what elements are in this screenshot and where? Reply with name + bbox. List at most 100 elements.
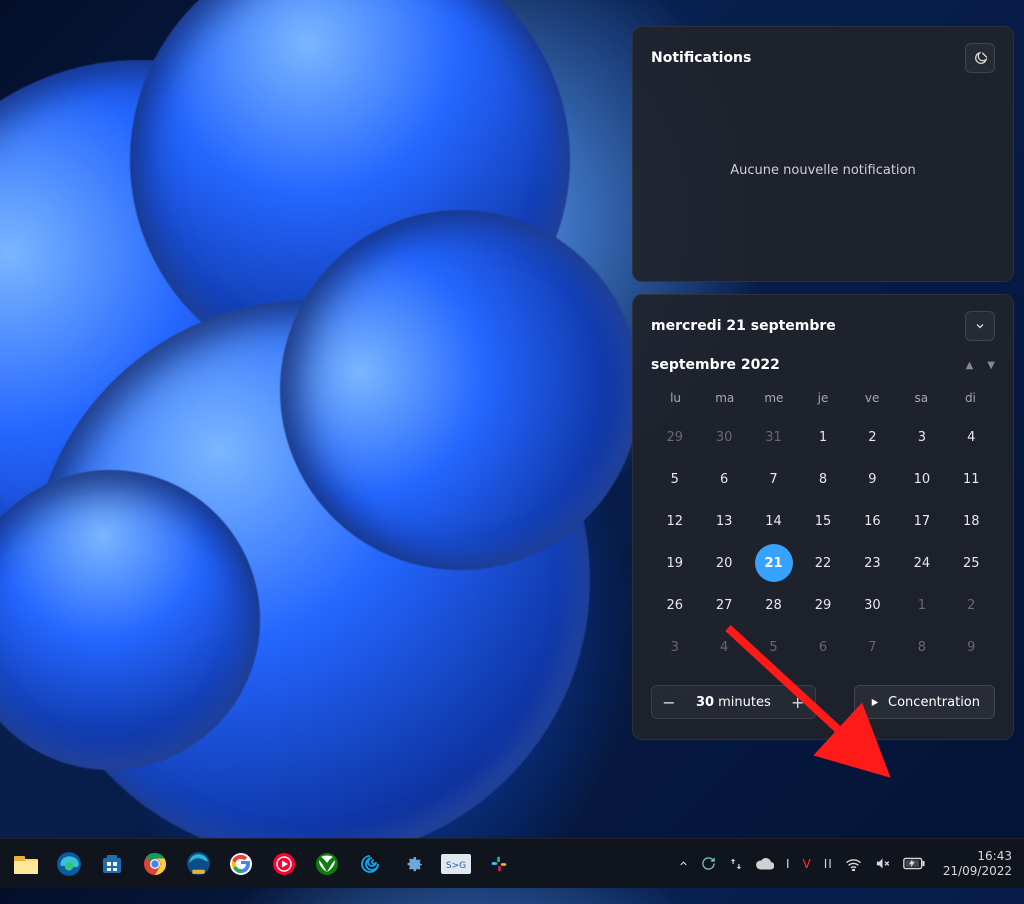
- calendar-day[interactable]: 27: [700, 585, 747, 625]
- edge-alt-icon: [186, 851, 211, 876]
- prev-month-button[interactable]: ▲: [966, 360, 974, 371]
- calendar-day[interactable]: 10: [898, 459, 945, 499]
- do-not-disturb-button[interactable]: [965, 43, 995, 73]
- calendar-day[interactable]: 26: [651, 585, 698, 625]
- file-explorer-icon[interactable]: [6, 844, 46, 884]
- moon-icon: [973, 51, 988, 66]
- chrome-logo-icon: [143, 852, 167, 876]
- calendar-day[interactable]: 20: [700, 543, 747, 583]
- calendar-day[interactable]: 8: [898, 627, 945, 667]
- calendar-day[interactable]: 19: [651, 543, 698, 583]
- settings-icon[interactable]: [393, 844, 433, 884]
- calendar-day[interactable]: 25: [948, 543, 995, 583]
- calendar-day[interactable]: 18: [948, 501, 995, 541]
- edge-icon[interactable]: [49, 844, 89, 884]
- battery-icon: [903, 857, 925, 870]
- calendar-panel: mercredi 21 septembre septembre 2022 ▲ ▼…: [632, 294, 1014, 740]
- notifications-title: Notifications: [651, 50, 751, 66]
- refresh-icon: [701, 856, 716, 871]
- tray-battery-icon[interactable]: [903, 857, 925, 870]
- notifications-panel: Notifications Aucune nouvelle notificati…: [632, 26, 1014, 282]
- concentration-button[interactable]: Concentration: [854, 685, 995, 719]
- calendar-day[interactable]: 1: [799, 417, 846, 457]
- play-icon: [869, 697, 880, 708]
- taskbar-clock[interactable]: 16:43 21/09/2022: [937, 849, 1018, 878]
- calendar-weekday-row: lumamejevesadi: [651, 387, 995, 409]
- calendar-day[interactable]: 30: [849, 585, 896, 625]
- chevron-down-icon: [974, 320, 986, 332]
- tray-onedrive-icon[interactable]: [756, 857, 774, 870]
- calendar-day[interactable]: 2: [849, 417, 896, 457]
- yt-music-icon: [272, 852, 296, 876]
- calendar-day[interactable]: 12: [651, 501, 698, 541]
- increase-duration-button[interactable]: +: [785, 689, 811, 715]
- collapse-calendar-button[interactable]: [965, 311, 995, 341]
- calendar-weekday: me: [749, 387, 798, 409]
- google-logo-icon: [229, 852, 253, 876]
- chevron-up-icon: [678, 858, 689, 869]
- calendar-day[interactable]: 15: [799, 501, 846, 541]
- calendar-day[interactable]: 22: [799, 543, 846, 583]
- sharex-icon[interactable]: S>G: [436, 844, 476, 884]
- youtube-music-icon[interactable]: [264, 844, 304, 884]
- calendar-day[interactable]: 5: [750, 627, 797, 667]
- xbox-icon[interactable]: [307, 844, 347, 884]
- chrome-icon[interactable]: [135, 844, 175, 884]
- calendar-day[interactable]: 8: [799, 459, 846, 499]
- focus-duration-unit: minutes: [718, 695, 771, 710]
- calendar-day[interactable]: 5: [651, 459, 698, 499]
- calendar-day[interactable]: 24: [898, 543, 945, 583]
- focus-duration-value: 30: [696, 695, 714, 710]
- slack-icon[interactable]: [479, 844, 519, 884]
- calendar-day[interactable]: 6: [700, 459, 747, 499]
- calendar-day[interactable]: 4: [700, 627, 747, 667]
- calendar-day[interactable]: 3: [651, 627, 698, 667]
- calendar-day[interactable]: 11: [948, 459, 995, 499]
- calendar-date-header: mercredi 21 septembre: [651, 318, 836, 334]
- tray-overflow-button[interactable]: [678, 858, 689, 869]
- calendar-day[interactable]: 23: [849, 543, 896, 583]
- calendar-day[interactable]: 3: [898, 417, 945, 457]
- svg-text:S>G: S>G: [446, 861, 466, 871]
- calendar-day[interactable]: 2: [948, 585, 995, 625]
- folder-icon: [13, 853, 39, 875]
- edge-logo-icon: [56, 851, 82, 877]
- calendar-day[interactable]: 6: [799, 627, 846, 667]
- google-icon[interactable]: [221, 844, 261, 884]
- calendar-day[interactable]: 7: [849, 627, 896, 667]
- edge-canary-icon[interactable]: [178, 844, 218, 884]
- decrease-duration-button[interactable]: −: [656, 689, 682, 715]
- calendar-day[interactable]: 4: [948, 417, 995, 457]
- calendar-day[interactable]: 17: [898, 501, 945, 541]
- microsoft-store-icon[interactable]: [92, 844, 132, 884]
- ubisoft-icon[interactable]: [350, 844, 390, 884]
- calendar-day[interactable]: 9: [948, 627, 995, 667]
- calendar-day[interactable]: 28: [750, 585, 797, 625]
- cloud-icon: [756, 857, 774, 870]
- calendar-weekday: ve: [848, 387, 897, 409]
- focus-duration-stepper[interactable]: − 30 minutes +: [651, 685, 816, 719]
- calendar-day[interactable]: 13: [700, 501, 747, 541]
- calendar-day[interactable]: 29: [651, 417, 698, 457]
- taskbar-time: 16:43: [943, 849, 1012, 863]
- calendar-weekday: lu: [651, 387, 700, 409]
- calendar-day[interactable]: 7: [750, 459, 797, 499]
- calendar-day-today[interactable]: 21: [755, 544, 793, 582]
- calendar-day[interactable]: 16: [849, 501, 896, 541]
- calendar-day[interactable]: 14: [750, 501, 797, 541]
- tray-sync-icon[interactable]: [701, 856, 716, 871]
- calendar-day[interactable]: 1: [898, 585, 945, 625]
- tray-language-indicator[interactable]: IVII: [786, 857, 833, 871]
- next-month-button[interactable]: ▼: [987, 360, 995, 371]
- calendar-day[interactable]: 29: [799, 585, 846, 625]
- slack-logo-icon: [488, 853, 510, 875]
- tray-volume-icon[interactable]: [874, 856, 891, 871]
- calendar-day[interactable]: 30: [700, 417, 747, 457]
- tray-wifi-icon[interactable]: [845, 857, 862, 871]
- tray-network-transfer-icon[interactable]: [728, 857, 744, 871]
- calendar-day[interactable]: 31: [750, 417, 797, 457]
- calendar-weekday: je: [798, 387, 847, 409]
- calendar-month-label[interactable]: septembre 2022: [651, 357, 780, 373]
- gear-icon: [401, 852, 425, 876]
- calendar-day[interactable]: 9: [849, 459, 896, 499]
